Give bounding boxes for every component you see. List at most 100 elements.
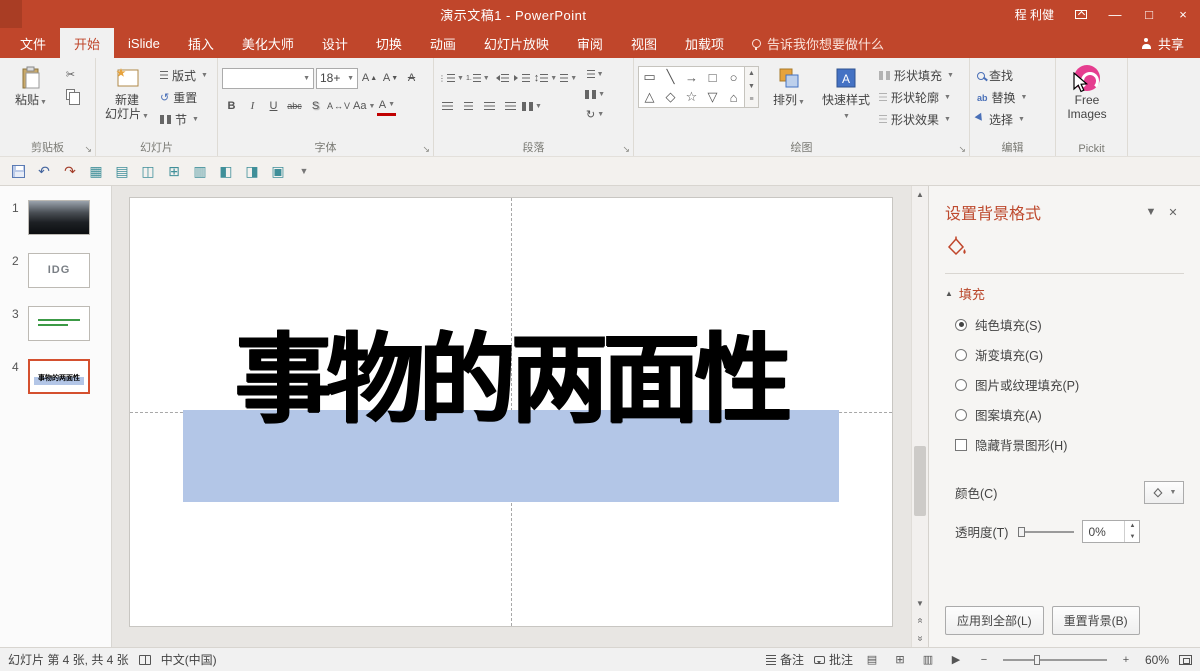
line-spacing-button[interactable]: ↕▼: [534, 69, 557, 88]
maximize-button[interactable]: □: [1132, 0, 1166, 28]
minimize-button[interactable]: —: [1098, 0, 1132, 28]
shrink-font-button[interactable]: A▼: [381, 69, 400, 88]
app-icon[interactable]: [0, 0, 22, 28]
spin-down-icon[interactable]: ▼: [1125, 532, 1139, 543]
text-shadow-button[interactable]: S: [306, 97, 325, 116]
clear-formatting-button[interactable]: A: [402, 69, 421, 88]
columns-button[interactable]: ▼: [522, 97, 542, 116]
shapes-gallery[interactable]: ▭ ╲ → □ ○ △ ◇ ☆ ▽ ⌂: [638, 66, 745, 108]
scrollbar-thumb[interactable]: [914, 446, 926, 516]
zoom-percentage[interactable]: 60%: [1145, 653, 1169, 667]
align-center-button[interactable]: [459, 97, 478, 116]
font-size-combo[interactable]: 18+▼: [316, 68, 358, 89]
slide-4-thumbnail-selected[interactable]: 事物的两面性: [28, 359, 90, 394]
slide-2-thumbnail[interactable]: IDG: [28, 253, 90, 288]
toolbar-icon-6[interactable]: ◧: [214, 159, 238, 183]
italic-button[interactable]: I: [243, 97, 262, 116]
quick-styles-button[interactable]: A 快速样式▼: [819, 61, 873, 122]
tab-islide[interactable]: iSlide: [114, 28, 174, 58]
next-slide-button[interactable]: «: [912, 629, 929, 647]
convert-smartart-button[interactable]: ▼: [585, 85, 605, 104]
tab-animation[interactable]: 动画: [416, 28, 470, 58]
tab-slideshow[interactable]: 幻灯片放映: [470, 28, 563, 58]
fill-section-header[interactable]: ▲ 填充: [945, 284, 1184, 303]
shape-diamond-icon[interactable]: ◇: [660, 87, 681, 107]
slider-thumb[interactable]: [1018, 527, 1025, 537]
shape-rectangle-icon[interactable]: □: [702, 67, 723, 87]
fill-bucket-icon[interactable]: [945, 247, 969, 261]
shape-down-triangle-icon[interactable]: ▽: [702, 87, 723, 107]
option-hide-background[interactable]: 隐藏背景图形(H): [955, 435, 1184, 454]
shape-fill-button[interactable]: 形状填充▼: [876, 65, 957, 86]
shape-triangle-icon[interactable]: △: [639, 87, 660, 107]
section-button[interactable]: 节▼: [157, 109, 211, 130]
slide-canvas[interactable]: 事物的两面性: [130, 198, 892, 626]
previous-slide-button[interactable]: «: [912, 611, 929, 629]
select-button[interactable]: 选择▼: [974, 109, 1030, 130]
tab-home[interactable]: 开始: [60, 28, 114, 58]
layout-button[interactable]: 版式▼: [157, 65, 211, 86]
option-picture-fill[interactable]: 图片或纹理填充(P): [955, 375, 1184, 394]
cut-icon[interactable]: ✂: [61, 65, 80, 84]
share-button[interactable]: 共享: [1125, 28, 1200, 58]
toolbar-icon-8[interactable]: ▣: [266, 159, 290, 183]
option-solid-fill[interactable]: 纯色填充(S): [955, 315, 1184, 334]
comments-toggle[interactable]: 批注: [814, 651, 853, 668]
bullets-button[interactable]: ⋮▼: [438, 69, 464, 88]
paste-button[interactable]: 粘贴▼: [4, 61, 58, 108]
toolbar-icon-1[interactable]: ▦: [84, 159, 108, 183]
shapes-scroll-down-icon[interactable]: ▼: [745, 80, 758, 93]
align-right-button[interactable]: [480, 97, 499, 116]
strikethrough-button[interactable]: abc: [285, 97, 304, 116]
shape-star-icon[interactable]: ☆: [681, 87, 702, 107]
thumbnail-row-2[interactable]: 2 IDG: [0, 253, 111, 288]
change-case-button[interactable]: Aa▼: [353, 97, 375, 116]
toolbar-icon-5[interactable]: ▥: [188, 159, 212, 183]
zoom-in-icon[interactable]: +: [1117, 651, 1135, 669]
normal-view-icon[interactable]: ▤: [863, 651, 881, 669]
slide-title-text[interactable]: 事物的两面性: [235, 331, 787, 428]
decrease-indent-button[interactable]: [492, 69, 511, 88]
shape-effects-button[interactable]: 形状效果▼: [876, 109, 957, 130]
user-name[interactable]: 程 利健: [1005, 6, 1064, 23]
fit-to-window-icon[interactable]: [1179, 655, 1192, 665]
proofing-icon[interactable]: [139, 655, 151, 665]
scrollbar-track[interactable]: [912, 202, 928, 595]
save-icon[interactable]: [6, 159, 30, 183]
arrange-button[interactable]: 排列▼: [762, 61, 816, 108]
language-indicator[interactable]: 中文(中国): [161, 651, 217, 668]
align-left-button[interactable]: [438, 97, 457, 116]
rotate-text-button[interactable]: ↻▼: [585, 105, 605, 124]
thumbnail-row-4[interactable]: 4 事物的两面性: [0, 359, 111, 394]
thumbnail-row-1[interactable]: 1: [0, 200, 111, 235]
tab-addins[interactable]: 加载项: [671, 28, 738, 58]
replace-button[interactable]: ab替换▼: [974, 87, 1030, 108]
reset-button[interactable]: ↺重置: [157, 87, 211, 108]
character-spacing-button[interactable]: A↔V: [327, 97, 351, 116]
reading-view-icon[interactable]: ▥: [919, 651, 937, 669]
tab-transition[interactable]: 切换: [362, 28, 416, 58]
spin-up-icon[interactable]: ▲: [1125, 521, 1139, 532]
grow-font-button[interactable]: A▲: [360, 69, 379, 88]
zoom-out-icon[interactable]: −: [975, 651, 993, 669]
increase-indent-button[interactable]: [513, 69, 532, 88]
tab-design[interactable]: 设计: [308, 28, 362, 58]
shape-outline-button[interactable]: 形状轮廓▼: [876, 87, 957, 108]
shape-callout-icon[interactable]: ⌂: [723, 87, 744, 107]
tell-me-search[interactable]: 告诉我你想要做什么: [738, 28, 898, 58]
free-images-button[interactable]: Free Images: [1060, 61, 1114, 122]
undo-icon[interactable]: ↶: [32, 159, 56, 183]
slideshow-view-icon[interactable]: ▶: [947, 651, 965, 669]
tab-view[interactable]: 视图: [617, 28, 671, 58]
zoom-slider[interactable]: [1003, 659, 1107, 661]
font-name-combo[interactable]: ▼: [222, 68, 314, 89]
slide-sorter-view-icon[interactable]: ⊞: [891, 651, 909, 669]
pane-options-chevron-icon[interactable]: ▼: [1140, 206, 1162, 218]
reset-background-button[interactable]: 重置背景(B): [1052, 606, 1140, 635]
shape-textbox-icon[interactable]: ▭: [639, 67, 660, 87]
toolbar-icon-4[interactable]: ⊞: [162, 159, 186, 183]
toolbar-icon-7[interactable]: ◨: [240, 159, 264, 183]
toolbar-icon-2[interactable]: ▤: [110, 159, 134, 183]
tab-file[interactable]: 文件: [6, 28, 60, 58]
shape-line-icon[interactable]: ╲: [660, 67, 681, 87]
